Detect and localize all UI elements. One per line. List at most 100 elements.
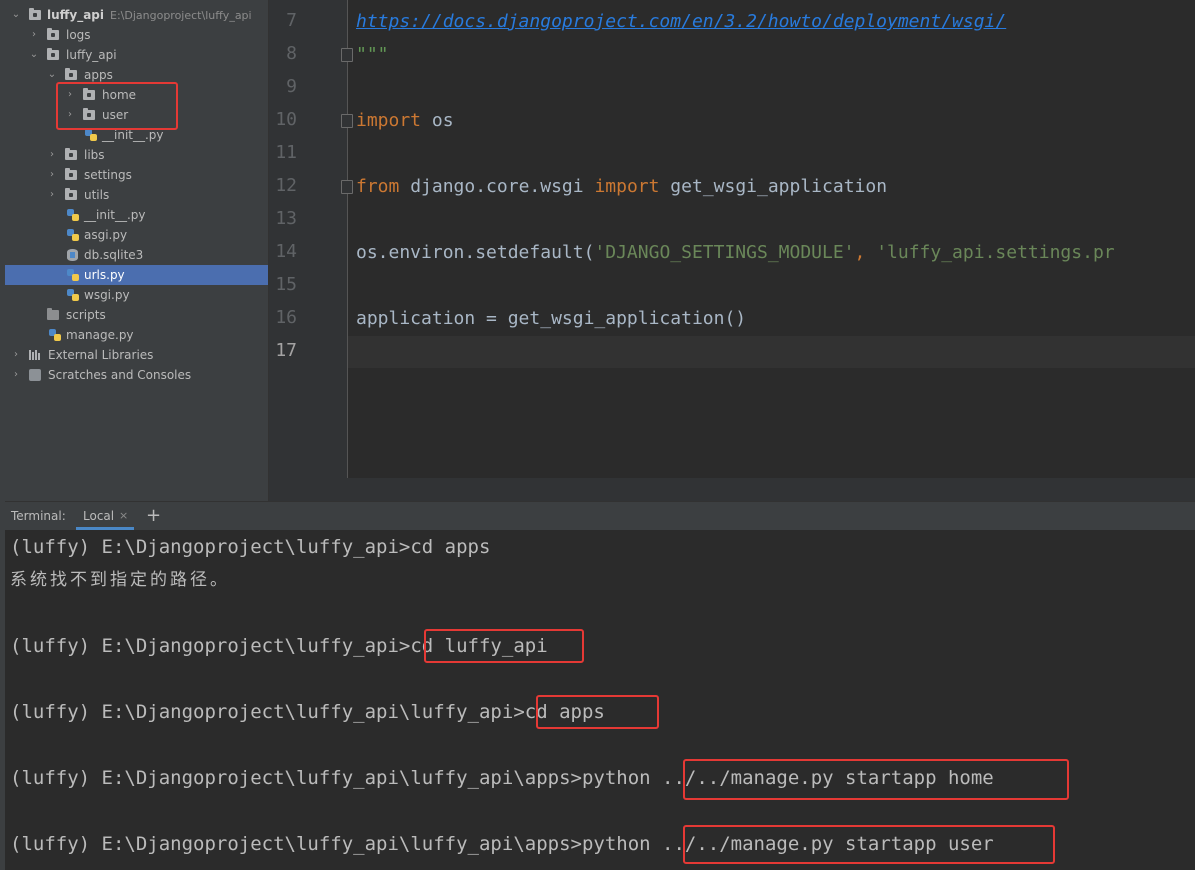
- annotation-box-startapp-user: [683, 825, 1055, 864]
- tree-item-libs[interactable]: › libs: [5, 145, 268, 165]
- close-icon[interactable]: ×: [119, 502, 128, 530]
- chevron-down-icon[interactable]: ⌄: [29, 45, 39, 65]
- new-terminal-tab-button[interactable]: +: [146, 502, 161, 530]
- tree-item-luffy-api[interactable]: ⌄ luffy_api: [5, 45, 268, 65]
- tree-item-label: manage.py: [66, 328, 134, 342]
- docstring-link[interactable]: https://docs.djangoproject.com/en/3.2/ho…: [356, 11, 1006, 32]
- line-number: 10: [275, 109, 297, 130]
- tree-item-label: db.sqlite3: [84, 248, 144, 262]
- line-number: 13: [275, 208, 297, 229]
- python-file-icon: [67, 209, 79, 221]
- terminal-title: Terminal:: [11, 509, 66, 523]
- keyword: import: [356, 110, 422, 131]
- tree-item-manage-py[interactable]: manage.py: [5, 325, 268, 345]
- terminal-output[interactable]: (luffy) E:\Djangoproject\luffy_api>cd ap…: [5, 530, 1195, 870]
- tree-item-logs[interactable]: › logs: [5, 25, 268, 45]
- tree-item-label: wsgi.py: [84, 288, 130, 302]
- python-file-icon: [49, 329, 61, 341]
- annotation-box-cd-luffy-api: [424, 629, 584, 663]
- code-line-14: os.environ.setdefault('DJANGO_SETTINGS_M…: [356, 241, 1115, 265]
- code-line-8: """: [356, 43, 389, 67]
- fold-marker-icon[interactable]: [341, 114, 353, 128]
- string-literal: 'DJANGO_SETTINGS_MODULE': [594, 242, 855, 263]
- line-number: 8: [286, 43, 297, 64]
- tree-item-urls-py[interactable]: urls.py: [5, 265, 268, 285]
- line-number: 11: [275, 142, 297, 163]
- string-literal: 'luffy_api.settings.pr: [876, 242, 1115, 263]
- chevron-right-icon[interactable]: ›: [47, 145, 57, 165]
- line-number: 16: [275, 307, 297, 328]
- docstring-close: """: [356, 44, 389, 65]
- code-editor[interactable]: 7 8 9 10 11 12 13 14 15 16 17 https://do…: [269, 0, 1195, 501]
- python-file-icon: [67, 269, 79, 281]
- chevron-right-icon[interactable]: ›: [11, 345, 21, 365]
- project-tree: ⌄ luffy_api E:\Djangoproject\luffy_api › …: [5, 0, 268, 501]
- line-number: 7: [286, 10, 297, 31]
- folder-icon: [47, 48, 59, 60]
- folder-icon: [65, 68, 77, 80]
- terminal-line: (luffy) E:\Djangoproject\luffy_api\luffy…: [10, 701, 605, 723]
- editor-breadcrumb-bar: [269, 478, 1195, 501]
- tree-item-db-sqlite3[interactable]: db.sqlite3: [5, 245, 268, 265]
- python-file-icon: [67, 229, 79, 241]
- line-number-current: 17: [275, 340, 297, 361]
- folder-icon: [47, 308, 59, 320]
- library-icon: [29, 350, 41, 360]
- root-folder-path: E:\Djangoproject\luffy_api: [110, 9, 252, 22]
- annotation-box-startapp-home: [683, 759, 1069, 800]
- tree-item-utils[interactable]: › utils: [5, 185, 268, 205]
- tree-item-init-py[interactable]: __init__.py: [5, 205, 268, 225]
- code-line-10: import os: [356, 109, 454, 133]
- terminal-line: (luffy) E:\Djangoproject\luffy_api>cd ap…: [10, 536, 491, 558]
- fold-marker-icon[interactable]: [341, 48, 353, 62]
- tree-item-label: Scratches and Consoles: [48, 368, 192, 382]
- code-text: os: [421, 110, 454, 131]
- line-number: 15: [275, 274, 297, 295]
- tree-item-scripts[interactable]: scripts: [5, 305, 268, 325]
- tree-item-scratches-and-consoles[interactable]: › Scratches and Consoles: [5, 365, 268, 385]
- folder-icon: [65, 188, 77, 200]
- database-icon: [67, 249, 78, 261]
- code-line-12: from django.core.wsgi import get_wsgi_ap…: [356, 175, 887, 199]
- line-number: 14: [275, 241, 297, 262]
- tree-item-asgi-py[interactable]: asgi.py: [5, 225, 268, 245]
- code-line-16: application = get_wsgi_application(): [356, 307, 746, 331]
- keyword: from: [356, 176, 400, 197]
- code-text: get_wsgi_application: [659, 176, 888, 197]
- chevron-right-icon[interactable]: ›: [47, 185, 57, 205]
- tree-item-label: logs: [66, 28, 91, 42]
- line-number: 9: [286, 76, 297, 97]
- line-number: 12: [275, 175, 297, 196]
- tree-root-luffy-api[interactable]: ⌄ luffy_api E:\Djangoproject\luffy_api: [5, 5, 268, 25]
- tree-item-settings[interactable]: › settings: [5, 165, 268, 185]
- python-file-icon: [85, 129, 97, 141]
- root-folder-name: luffy_api: [47, 8, 104, 22]
- tree-item-label: luffy_api: [66, 48, 117, 62]
- keyword: import: [594, 176, 660, 197]
- gutter-divider: [347, 0, 348, 478]
- chevron-right-icon[interactable]: ›: [29, 25, 39, 45]
- tree-item-label: settings: [84, 168, 132, 182]
- python-file-icon: [67, 289, 79, 301]
- tree-item-label: utils: [84, 188, 110, 202]
- chevron-right-icon[interactable]: ›: [47, 165, 57, 185]
- chevron-down-icon[interactable]: ⌄: [47, 65, 57, 85]
- folder-icon: [65, 168, 77, 180]
- code-text: ,: [854, 242, 877, 263]
- folder-icon: [47, 28, 59, 40]
- chevron-down-icon[interactable]: ⌄: [11, 5, 21, 25]
- tree-item-external-libraries[interactable]: › External Libraries: [5, 345, 268, 365]
- code-text: os.environ.setdefault(: [356, 242, 595, 263]
- folder-icon: [29, 8, 41, 20]
- annotation-box-home-user: [56, 82, 178, 130]
- folder-icon: [65, 148, 77, 160]
- fold-marker-icon[interactable]: [341, 180, 353, 194]
- chevron-right-icon[interactable]: ›: [11, 365, 21, 385]
- line-number-gutter: 7 8 9 10 11 12 13 14 15 16 17: [269, 0, 347, 478]
- tree-item-label: urls.py: [84, 268, 125, 282]
- tab-local-label: Local: [83, 509, 115, 523]
- tab-local[interactable]: Local ×: [76, 502, 134, 530]
- code-text: application = get_wsgi_application(): [356, 308, 747, 329]
- tree-item-wsgi-py[interactable]: wsgi.py: [5, 285, 268, 305]
- terminal-header: Terminal: Local × +: [5, 502, 1195, 530]
